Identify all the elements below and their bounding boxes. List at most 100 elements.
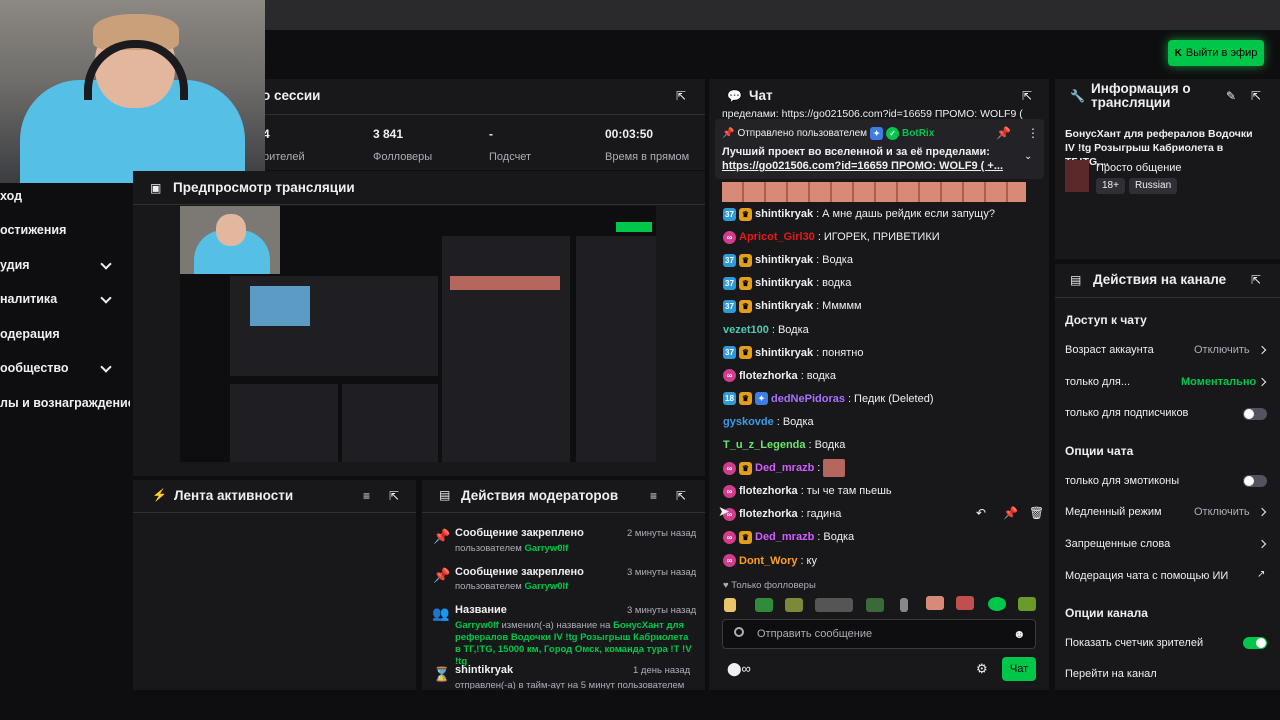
followers-only-notice: ♥ Только фолловеры [723, 580, 816, 591]
chat-username[interactable]: shintikryak [755, 347, 813, 359]
emote-icon[interactable] [755, 598, 773, 612]
account-age-value[interactable]: Отключить [1194, 344, 1250, 356]
chat-username[interactable]: flotezhorka [739, 508, 798, 520]
chat-username[interactable]: shintikryak [755, 208, 813, 220]
gifter-badge-icon: ∞ [723, 369, 736, 383]
subs-only-toggle[interactable] [1243, 408, 1267, 420]
pencil-icon[interactable]: ✎ [1226, 89, 1236, 103]
mouse-cursor: ➤ [718, 503, 730, 519]
popout-icon[interactable]: ⇱ [1251, 273, 1261, 287]
chat-message[interactable]: ∞ flotezhorka: гадина [723, 505, 841, 523]
chat-username[interactable]: shintikryak [755, 300, 813, 312]
chat-message[interactable]: ∞ flotezhorka: ты че там пьешь [723, 482, 892, 500]
emote-icon[interactable] [866, 598, 884, 612]
pinned-link[interactable]: https://go021506.com?id=16659 ПРОМО: WOL… [722, 160, 1003, 172]
sidebar-item-label: налитика [0, 292, 58, 306]
gifter-badge-icon: ∞ [723, 230, 736, 244]
sidebar-item-achievements[interactable]: остижения [0, 223, 130, 243]
chat-message-text: водка [806, 369, 836, 382]
mod-row-sub: пользователем Garryw0lf [455, 581, 569, 592]
chat-username[interactable]: flotezhorka [739, 370, 798, 382]
chat-access-title: Доступ к чату [1065, 313, 1147, 327]
gear-icon[interactable]: ⚙ [976, 661, 988, 677]
sidebar-item-studio[interactable]: удия [0, 258, 130, 278]
sidebar-item-rewards[interactable]: лы и вознаграждение [0, 396, 130, 416]
filter-icon[interactable]: ≡ [650, 489, 657, 503]
popout-icon[interactable]: ⇱ [676, 89, 686, 103]
popout-icon[interactable]: ⇱ [676, 489, 686, 503]
trash-icon[interactable]: 🗑 [1029, 506, 1044, 520]
chat-message[interactable]: ∞ Apricot_Girl30: ИГОРЕК, ПРИВЕТИКИ [723, 228, 940, 246]
chat-message[interactable]: 18 ♛ ✦ dedNePidoras: Педик (Deleted) [723, 390, 934, 408]
chat-username[interactable]: Dont_Wory [739, 555, 797, 567]
emote-icon[interactable] [724, 598, 736, 612]
emote-icon[interactable] [926, 596, 944, 610]
followers-only-label: только для... [1065, 376, 1131, 388]
go-live-label: Выйти в эфир [1185, 47, 1258, 59]
chat-message[interactable]: ∞ ♛ Ded_mrazb: [723, 459, 846, 478]
mod-row-time: 2 минуты назад [627, 528, 697, 539]
chat-message[interactable]: ∞ ♛ Ded_mrazb: Водка [723, 528, 854, 546]
popout-icon[interactable]: ⇱ [1251, 89, 1261, 103]
stat-uptime-label: Время в прямом [605, 151, 690, 163]
sidebar-item-overview[interactable]: ход [0, 189, 130, 209]
reply-icon[interactable]: ↶ [976, 506, 986, 520]
chat-message[interactable]: 37 ♛ shintikryak: А мне дашь рейдик если з… [723, 205, 995, 223]
chat-username[interactable]: dedNePidoras [771, 393, 845, 405]
emoji-icon[interactable]: ☻ [1013, 627, 1026, 641]
tag-badge[interactable]: Russian [1129, 178, 1178, 194]
chat-username[interactable]: Ded_mrazb [755, 462, 814, 474]
stream-preview[interactable] [180, 206, 656, 462]
pinned-header: 📌 Отправлено пользователем ✦ ✓ BotRix [722, 127, 934, 140]
more-icon[interactable]: ⋮ [1027, 126, 1039, 140]
chat-message[interactable]: T_u_z_Legenda: Водка [723, 436, 845, 454]
chat-username[interactable]: gyskovde [723, 416, 774, 428]
pin-icon[interactable]: 📌 [1003, 506, 1018, 520]
chat-username[interactable]: vezet100 [723, 324, 769, 336]
chat-message[interactable]: 37 ♛ shintikryak: водка [723, 274, 851, 292]
chat-username[interactable]: Apricot_Girl30 [739, 231, 815, 243]
chat-message[interactable]: vezet100: Водка [723, 321, 809, 339]
sidebar-item-analytics[interactable]: налитика [0, 292, 130, 312]
chat-username[interactable]: shintikryak [755, 277, 813, 289]
chevron-down-icon[interactable]: ⌄ [1024, 151, 1032, 162]
sidebar-item-moderation[interactable]: одерация [0, 327, 130, 347]
popout-icon[interactable]: ⇱ [1022, 89, 1032, 103]
pinned-text: Лучший проект во вселенной и за её преде… [722, 146, 990, 158]
chat-message[interactable]: 37 ♛ shintikryak: Водка [723, 251, 853, 269]
emote-icon[interactable] [1018, 597, 1036, 611]
slow-mode-value[interactable]: Отключить [1194, 506, 1250, 518]
chat-username[interactable]: Ded_mrazb [755, 531, 814, 543]
tag-badge[interactable]: 18+ [1096, 178, 1125, 194]
go-live-button[interactable]: K Выйти в эфир [1168, 40, 1264, 66]
emote-icon[interactable] [956, 596, 974, 610]
chat-message[interactable]: ∞ flotezhorka: водка [723, 367, 836, 385]
send-chat-button[interactable]: Чат [1002, 657, 1036, 681]
chat-message[interactable]: ∞ Dont_Wory: ку [723, 552, 817, 570]
pin-icon: 📌 [722, 128, 735, 139]
chat-username[interactable]: T_u_z_Legenda [723, 439, 806, 451]
channel-actions-title: Действия на канале [1093, 272, 1227, 287]
emote-icon[interactable] [988, 597, 1006, 611]
chat-username[interactable]: flotezhorka [739, 485, 798, 497]
filter-icon[interactable]: ≡ [363, 489, 370, 503]
popout-icon[interactable]: ⇱ [389, 489, 399, 503]
chat-username[interactable]: shintikryak [755, 254, 813, 266]
pin-icon[interactable]: 📌 [996, 126, 1011, 140]
sidebar-item-community[interactable]: ообщество [0, 361, 130, 381]
emote-icon[interactable] [785, 598, 803, 612]
emote-only-toggle[interactable] [1243, 475, 1267, 487]
chat-message[interactable]: gyskovde: Водка [723, 413, 814, 431]
category-name[interactable]: Просто общение [1096, 162, 1182, 174]
chat-message[interactable]: 37 ♛ shintikryak: Ммммм [723, 297, 862, 315]
followers-only-value[interactable]: Моментально [1181, 376, 1256, 388]
emote-icon[interactable] [815, 598, 853, 612]
chat-message[interactable]: 37 ♛ shintikryak: понятно [723, 344, 864, 362]
emote-icon[interactable] [900, 598, 908, 612]
external-link-icon[interactable]: ↗ [1257, 569, 1265, 580]
go-to-channel-label[interactable]: Перейти на канал [1065, 668, 1157, 680]
points-icon[interactable]: ⬤∞ [727, 661, 751, 677]
banned-words-label[interactable]: Запрещенные слова [1065, 538, 1170, 550]
viewer-count-toggle[interactable] [1243, 637, 1267, 649]
ai-moderation-label[interactable]: Модерация чата с помощью ИИ [1065, 570, 1228, 582]
